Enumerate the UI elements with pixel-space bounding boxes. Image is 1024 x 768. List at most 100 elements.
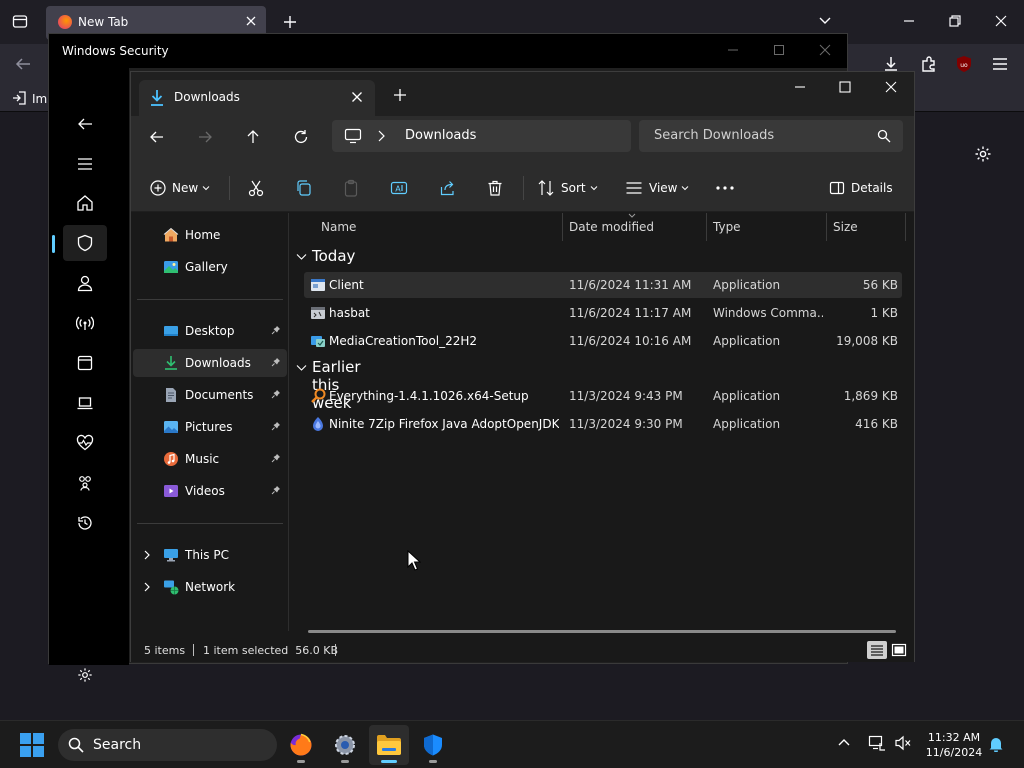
show-hidden-icons-button[interactable] xyxy=(837,735,851,749)
cut-button[interactable] xyxy=(247,176,265,200)
view-label: View xyxy=(649,181,678,195)
explorer-new-tab-button[interactable] xyxy=(393,88,407,102)
taskbar-search[interactable]: Search xyxy=(58,729,277,761)
taskbar-file-explorer[interactable] xyxy=(369,725,409,765)
security-nav-performance[interactable] xyxy=(63,425,107,461)
security-maximize-button[interactable] xyxy=(773,44,785,56)
taskbar-firefox[interactable] xyxy=(281,725,321,765)
sidebar-item-this-pc[interactable]: This PC xyxy=(133,541,287,569)
security-nav-app-browser[interactable] xyxy=(63,345,107,381)
firefox-restore-button[interactable] xyxy=(948,14,962,28)
security-back-button[interactable] xyxy=(63,106,107,142)
search-box[interactable]: Search Downloads xyxy=(639,120,903,152)
taskbar-settings[interactable] xyxy=(325,725,365,765)
explorer-close-button[interactable] xyxy=(884,80,898,94)
command-separator xyxy=(229,176,230,200)
security-minimize-button[interactable] xyxy=(727,44,739,56)
file-row[interactable]: hasbat 11/6/2024 11:17 AM Windows Comma.… xyxy=(304,300,902,326)
network-status-button[interactable] xyxy=(868,735,886,751)
security-nav-settings[interactable] xyxy=(63,657,107,693)
volume-button[interactable] xyxy=(894,735,912,751)
horizontal-scrollbar[interactable] xyxy=(308,630,896,633)
sidebar-item-pictures[interactable]: Pictures xyxy=(133,413,287,441)
tab-list-button[interactable] xyxy=(12,13,28,29)
copy-button[interactable] xyxy=(295,176,313,200)
file-size: 416 KB xyxy=(855,417,898,431)
firefox-newtab-settings-button[interactable] xyxy=(974,145,992,163)
large-icons-view-button[interactable] xyxy=(889,641,909,659)
column-header-name[interactable]: Name xyxy=(290,213,562,241)
security-nav-account[interactable] xyxy=(63,265,107,301)
plus-circle-icon xyxy=(150,180,166,196)
security-nav-family[interactable] xyxy=(63,465,107,501)
chevron-down-icon xyxy=(202,186,210,191)
security-menu-button[interactable] xyxy=(63,146,107,182)
share-button[interactable] xyxy=(439,176,457,200)
file-row[interactable]: Client 11/6/2024 11:31 AM Application 56… xyxy=(304,272,902,298)
menu-button[interactable] xyxy=(991,56,1009,72)
back-button[interactable] xyxy=(14,56,32,72)
new-tab-button[interactable] xyxy=(282,14,298,30)
explorer-maximize-button[interactable] xyxy=(838,80,852,94)
details-pane-button[interactable]: Details xyxy=(829,176,893,200)
sidebar-item-videos[interactable]: Videos xyxy=(133,477,287,505)
file-row[interactable]: MediaCreationTool_22H2 11/6/2024 10:16 A… xyxy=(304,328,902,354)
file-row[interactable]: Everything-1.4.1.1026.x64-Setup 11/3/202… xyxy=(304,383,902,409)
notifications-button[interactable] xyxy=(988,736,1004,752)
taskbar-windows-security[interactable] xyxy=(413,725,453,765)
sidebar-item-documents[interactable]: Documents xyxy=(133,381,287,409)
more-options-button[interactable] xyxy=(715,176,735,200)
view-list-icon xyxy=(626,182,642,194)
view-button[interactable]: View xyxy=(625,176,689,200)
column-header-date[interactable]: Date modified xyxy=(563,213,706,241)
home-icon xyxy=(77,195,93,211)
explorer-tab-downloads[interactable]: Downloads xyxy=(139,80,375,116)
file-date: 11/6/2024 11:17 AM xyxy=(569,306,692,320)
firefox-minimize-button[interactable] xyxy=(902,14,916,28)
new-button[interactable]: New xyxy=(150,176,210,200)
list-all-tabs-button[interactable] xyxy=(818,14,832,28)
security-nav-history[interactable] xyxy=(63,505,107,541)
ublock-button[interactable]: uo xyxy=(955,55,973,73)
details-view-button[interactable] xyxy=(867,641,887,659)
column-divider[interactable] xyxy=(905,213,906,241)
sidebar-label: Videos xyxy=(185,484,225,498)
explorer-minimize-button[interactable] xyxy=(793,80,807,94)
rename-button[interactable]: A xyxy=(390,176,408,200)
sidebar-item-desktop[interactable]: Desktop xyxy=(133,317,287,345)
security-nav-firewall[interactable] xyxy=(63,305,107,341)
explorer-forward-button[interactable] xyxy=(197,129,213,145)
extensions-button[interactable] xyxy=(920,55,938,73)
explorer-refresh-button[interactable] xyxy=(293,129,309,145)
start-button[interactable] xyxy=(20,733,44,757)
security-nav-home[interactable] xyxy=(63,185,107,221)
delete-button[interactable] xyxy=(486,176,504,200)
column-header-type[interactable]: Type xyxy=(707,213,826,241)
firefox-close-button[interactable] xyxy=(994,14,1008,28)
sidebar-item-downloads[interactable]: Downloads xyxy=(133,349,287,377)
tab-close-button[interactable] xyxy=(244,14,258,28)
file-row[interactable]: Ninite 7Zip Firefox Java AdoptOpenJDK x.… xyxy=(304,411,902,437)
security-nav-device[interactable] xyxy=(63,385,107,421)
shield-icon xyxy=(424,734,442,756)
paste-button[interactable] xyxy=(342,176,360,200)
sidebar-item-gallery[interactable]: Gallery xyxy=(133,253,287,281)
bell-icon xyxy=(989,738,1003,752)
sidebar-label: This PC xyxy=(185,548,229,562)
explorer-up-button[interactable] xyxy=(245,129,261,145)
explorer-back-button[interactable] xyxy=(149,129,165,145)
import-bookmarks-icon[interactable] xyxy=(12,91,26,105)
address-bar[interactable]: Downloads xyxy=(332,120,631,152)
file-size: 19,008 KB xyxy=(836,334,898,348)
security-close-button[interactable] xyxy=(819,44,831,56)
clock[interactable]: 11:32 AM 11/6/2024 xyxy=(922,730,986,760)
sort-button[interactable]: Sort xyxy=(537,176,598,200)
family-icon xyxy=(79,476,91,491)
explorer-tab-close-button[interactable] xyxy=(351,91,363,103)
sidebar-item-home[interactable]: Home xyxy=(133,221,287,249)
file-name: Ninite 7Zip Firefox Java AdoptOpenJDK x.… xyxy=(329,417,559,431)
sidebar-item-music[interactable]: Music xyxy=(133,445,287,473)
sidebar-item-network[interactable]: Network xyxy=(133,573,287,601)
column-header-size[interactable]: Size xyxy=(827,213,905,241)
security-nav-virus-protection[interactable] xyxy=(63,225,107,261)
